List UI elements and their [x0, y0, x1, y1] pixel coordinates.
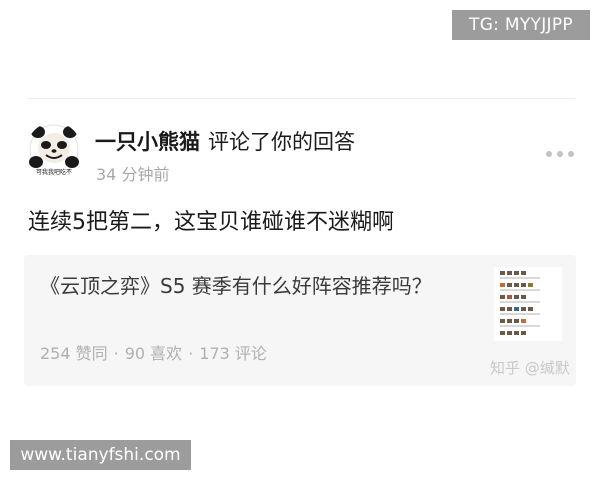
watermark-top: TG: MYYJJPP	[452, 10, 590, 40]
answer-stats: 254 赞同 · 90 喜欢 · 173 评论	[40, 343, 267, 365]
comments-count: 173 评论	[199, 344, 267, 363]
answer-thumbnail[interactable]	[494, 267, 562, 341]
zhihu-source-watermark: 知乎 @缄默	[490, 359, 570, 377]
divider	[27, 98, 575, 99]
dot-icon	[546, 151, 552, 157]
notification-action: 评论了你的回答	[208, 130, 355, 154]
more-horizontal-icon[interactable]	[544, 145, 576, 163]
stats-separator: ·	[113, 344, 119, 363]
question-title[interactable]: 《云顶之弈》S5 赛季有什么好阵容推荐吗？	[40, 271, 470, 301]
stats-separator: ·	[188, 344, 194, 363]
notification-line: 一只小熊猫 评论了你的回答	[95, 127, 355, 157]
avatar[interactable]: 可我我吧吃不	[26, 122, 82, 180]
avatar-caption: 可我我吧吃不	[36, 168, 72, 176]
favorites-count: 90 喜欢	[124, 344, 183, 363]
dot-icon	[557, 151, 563, 157]
thumbnail-image-icon	[494, 267, 562, 341]
watermark-bottom: www.tianyfshi.com	[10, 440, 191, 470]
user-name-link[interactable]: 一只小熊猫	[95, 130, 200, 154]
panda-avatar-icon: 可我我吧吃不	[29, 124, 79, 176]
dot-icon	[568, 151, 574, 157]
notification-time: 34 分钟前	[96, 165, 170, 184]
comment-text: 连续5把第二，这宝贝谁碰谁不迷糊啊	[28, 210, 394, 235]
likes-count: 254 赞同	[40, 344, 108, 363]
notification-screen: TG: MYYJJPP 可我我吧吃不 一只小熊猫 评论了你的回答 34 分钟前 连…	[0, 0, 600, 480]
